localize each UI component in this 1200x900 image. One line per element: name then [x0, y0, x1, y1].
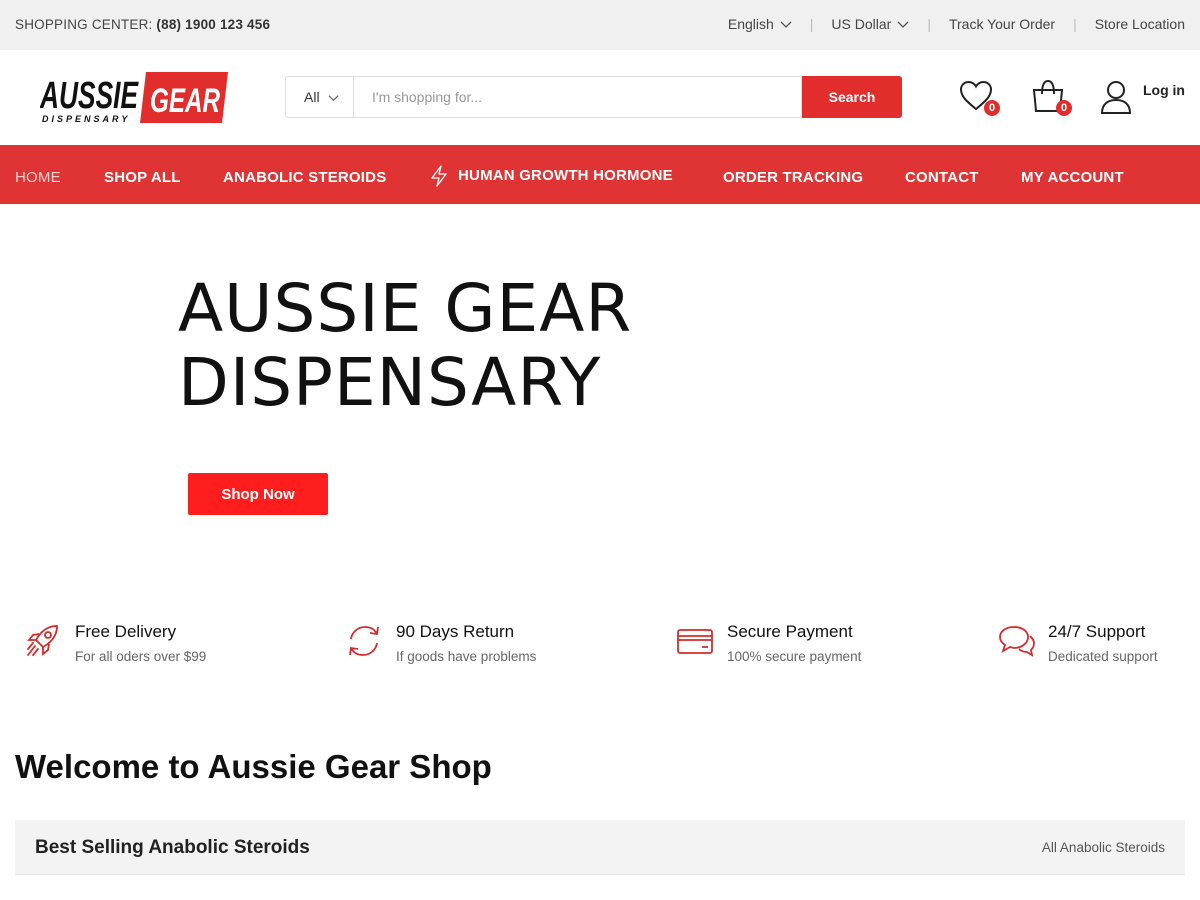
- cart-count-badge: 0: [1056, 100, 1072, 116]
- logo-word-aussie: AUSSIE: [40, 75, 139, 117]
- nav-item-order-tracking[interactable]: ORDER TRACKING: [723, 169, 863, 186]
- chevron-down-icon: [780, 21, 792, 28]
- language-label: English: [727, 16, 774, 32]
- refresh-icon: [349, 626, 379, 656]
- shopping-center-label: SHOPPING CENTER:: [15, 17, 153, 32]
- divider: |: [809, 16, 814, 32]
- feature-title: Free Delivery: [75, 622, 177, 641]
- nav-item-home[interactable]: HOME: [15, 169, 61, 186]
- hero-title: AUSSIE GEAR DISPENSARY: [178, 272, 632, 420]
- wishlist-button[interactable]: 0: [958, 78, 1000, 118]
- chevron-down-icon: [897, 21, 909, 28]
- logo-subtitle: DISPENSARY: [42, 114, 130, 124]
- rocket-icon: [27, 625, 58, 656]
- logo-word-gear: GEAR: [150, 82, 220, 120]
- feature-subtitle: If goods have problems: [396, 649, 537, 664]
- currency-dropdown[interactable]: US Dollar: [831, 16, 909, 32]
- shopping-center-phone[interactable]: (88) 1900 123 456: [156, 17, 270, 32]
- cart-button[interactable]: 0: [1030, 78, 1072, 118]
- welcome-heading: Welcome to Aussie Gear Shop: [15, 748, 492, 785]
- chat-icon: [999, 626, 1035, 657]
- shopping-center-info: SHOPPING CENTER: (88) 1900 123 456: [15, 17, 270, 32]
- store-location-link[interactable]: Store Location: [1095, 16, 1185, 32]
- hero-title-line-2: DISPENSARY: [178, 344, 602, 421]
- search-button[interactable]: Search: [802, 76, 902, 118]
- feature-title: 24/7 Support: [1048, 622, 1146, 641]
- shop-now-button[interactable]: Shop Now: [188, 473, 328, 515]
- credit-card-icon: [677, 629, 713, 654]
- language-dropdown[interactable]: English: [728, 16, 792, 32]
- nav-item-contact[interactable]: CONTACT: [905, 169, 979, 186]
- nav-item-my-account[interactable]: MY ACCOUNT: [1021, 169, 1124, 186]
- nav-item-human-growth-hormone[interactable]: HUMAN GROWTH HORMONE: [458, 167, 673, 184]
- search-bar: All Search: [285, 76, 902, 118]
- track-order-link[interactable]: Track Your Order: [949, 16, 1055, 32]
- search-category-label: All: [304, 89, 320, 105]
- main-nav: HOME SHOP ALL ANABOLIC STEROIDS HUMAN GR…: [0, 145, 1200, 204]
- hero-title-line-1: AUSSIE GEAR: [178, 270, 633, 347]
- currency-label: US Dollar: [831, 16, 892, 32]
- section-title: Best Selling Anabolic Steroids: [35, 837, 310, 858]
- divider: |: [1073, 16, 1077, 32]
- login-link[interactable]: Log in: [1143, 82, 1185, 98]
- top-bar-links: English | US Dollar | Track Your Order |…: [728, 16, 1185, 32]
- divider: |: [927, 16, 931, 32]
- site-logo[interactable]: AUSSIE GEAR DISPENSARY: [40, 72, 230, 124]
- wishlist-count-badge: 0: [984, 100, 1000, 116]
- feature-title: 90 Days Return: [396, 622, 515, 641]
- feature-subtitle: Dedicated support: [1048, 649, 1158, 664]
- nav-item-anabolic-steroids[interactable]: ANABOLIC STEROIDS: [223, 169, 386, 186]
- feature-subtitle: For all oders over $99: [75, 649, 207, 664]
- lightning-icon: [431, 165, 447, 187]
- search-category-select[interactable]: All: [285, 76, 353, 118]
- chevron-down-icon: [328, 94, 339, 101]
- user-icon[interactable]: [1100, 80, 1132, 114]
- nav-item-shop-all[interactable]: SHOP ALL: [104, 169, 181, 186]
- header: AUSSIE GEAR DISPENSARY All Search 0 0 Lo…: [0, 50, 1200, 145]
- top-bar: SHOPPING CENTER: (88) 1900 123 456 Engli…: [0, 0, 1200, 50]
- feature-subtitle: 100% secure payment: [727, 649, 862, 664]
- all-anabolic-steroids-link[interactable]: All Anabolic Steroids: [1042, 840, 1165, 855]
- search-input[interactable]: [353, 76, 802, 118]
- best-selling-section-header: Best Selling Anabolic Steroids All Anabo…: [15, 820, 1185, 875]
- feature-title: Secure Payment: [727, 622, 853, 641]
